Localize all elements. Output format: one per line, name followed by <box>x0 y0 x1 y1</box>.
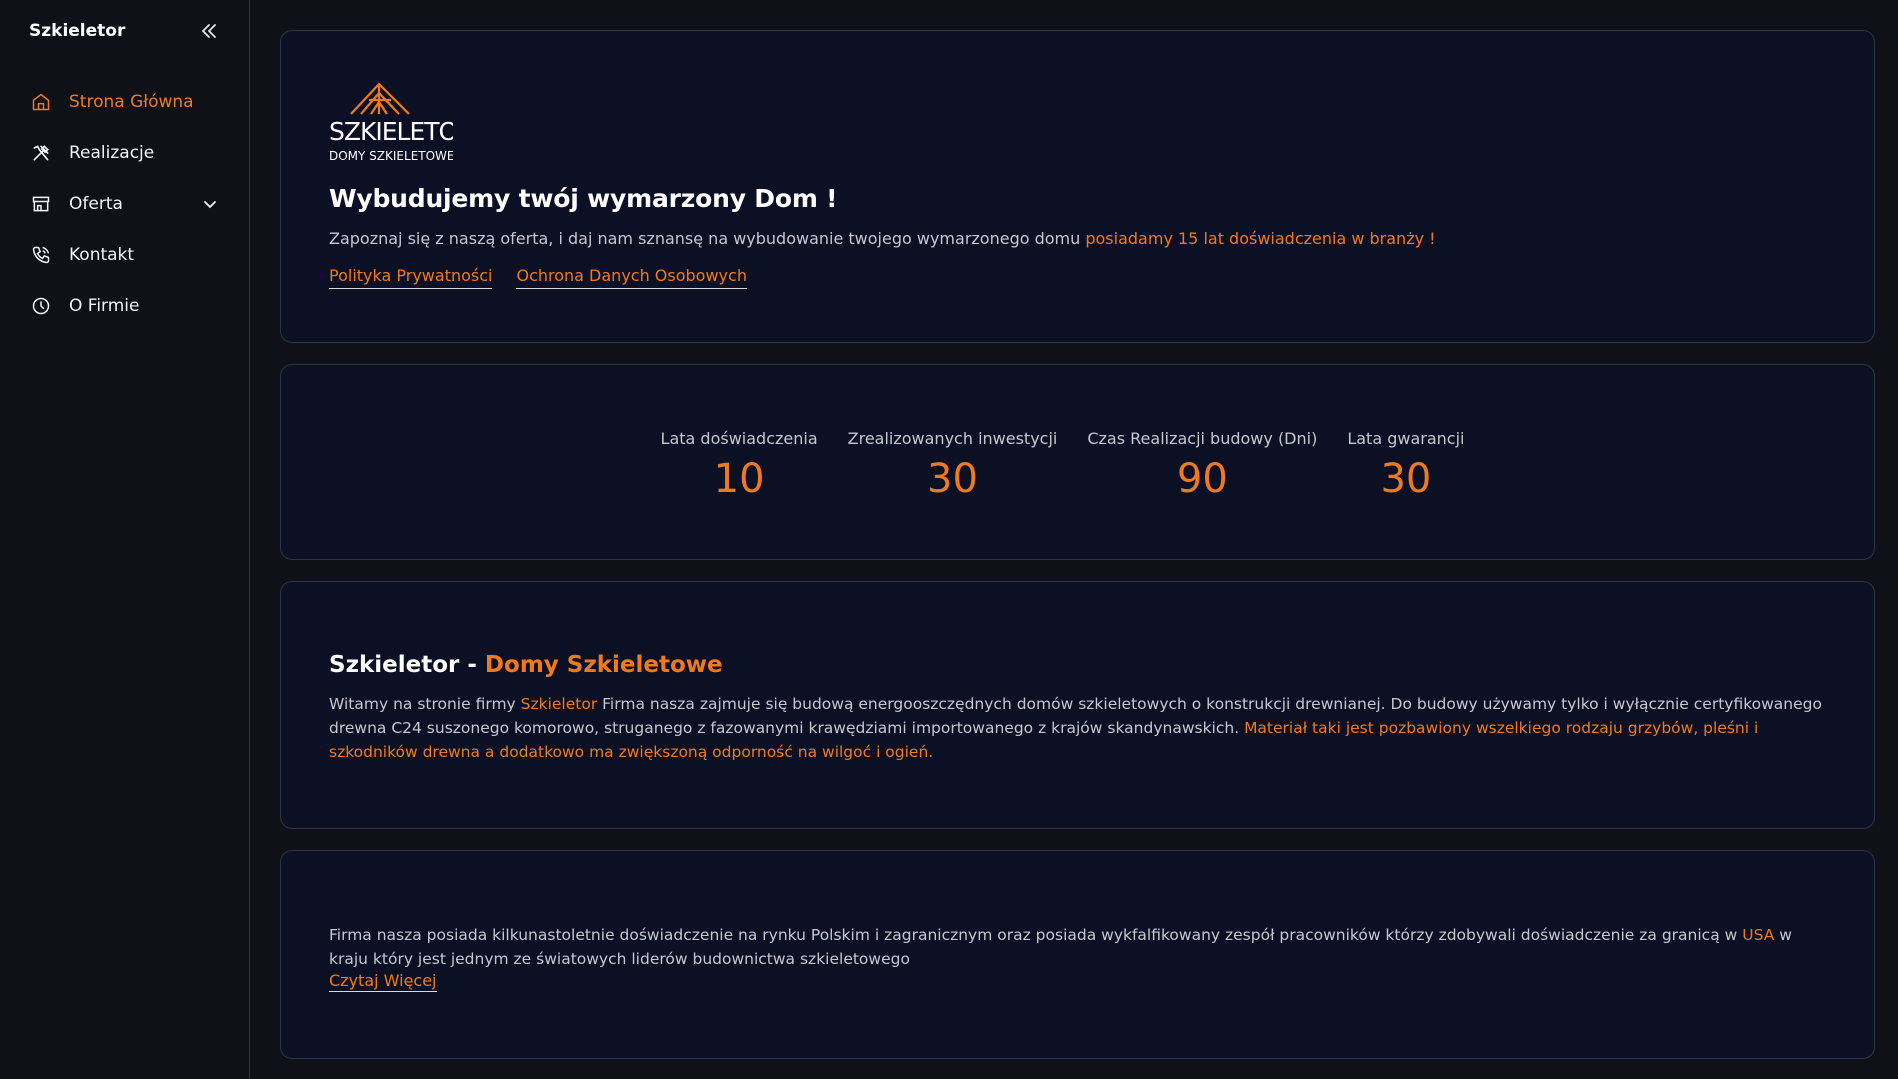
store-icon <box>30 193 52 215</box>
data-protection-link[interactable]: Ochrona Danych Osobowych <box>516 266 747 289</box>
about-title-main: Szkieletor - <box>329 652 485 678</box>
logo-text: SZKIELETOR <box>329 117 453 146</box>
hero-card: SZKIELETOR DOMY SZKIELETOWE Wybudujemy t… <box>280 30 1875 343</box>
about-card: Szkieletor - Domy Szkieletowe Witamy na … <box>280 581 1875 829</box>
experience-card: Firma nasza posiada kilkunastoletnie doś… <box>280 850 1875 1059</box>
stat-label: Czas Realizacji budowy (Dni) <box>1087 429 1318 448</box>
sidebar-item-label: Strona Główna <box>69 91 194 112</box>
hero-title: Wybudujemy twój wymarzony Dom ! <box>329 184 838 213</box>
sidebar-nav: Strona Główna Realizacje Oferta Kontakt … <box>0 76 249 331</box>
sidebar: Szkieletor Strona Główna Realizacje Ofer… <box>0 0 250 1079</box>
home-icon <box>30 91 52 113</box>
stat-experience: Lata doświadczenia 10 <box>661 429 818 502</box>
chevron-down-icon[interactable] <box>203 196 219 212</box>
sidebar-item-label: Oferta <box>69 193 123 214</box>
collapse-sidebar-icon[interactable] <box>201 22 219 40</box>
stat-label: Lata gwarancji <box>1347 429 1465 448</box>
main-content: SZKIELETOR DOMY SZKIELETOWE Wybudujemy t… <box>250 0 1898 1079</box>
policy-links: Polityka Prywatności Ochrona Danych Osob… <box>329 266 1826 289</box>
stat-value: 30 <box>1380 456 1432 502</box>
sidebar-item-oferta[interactable]: Oferta <box>0 178 249 229</box>
company-logo: SZKIELETOR DOMY SZKIELETOWE <box>329 78 475 164</box>
about-text-intro: Witamy na stronie firmy <box>329 695 521 713</box>
clock-icon <box>30 295 52 317</box>
sidebar-item-home[interactable]: Strona Główna <box>0 76 249 127</box>
phone-icon <box>30 244 52 266</box>
read-more-link[interactable]: Czytaj Więcej <box>329 971 437 992</box>
stat-investments: Zrealizowanych inwestycji 30 <box>848 429 1058 502</box>
tools-icon <box>30 142 52 164</box>
hero-text-body: Zapoznaj się z naszą oferta, i daj nam s… <box>329 229 1086 248</box>
stat-label: Lata doświadczenia <box>660 429 818 448</box>
stat-warranty: Lata gwarancji 30 <box>1347 429 1464 502</box>
logo-subtext: DOMY SZKIELETOWE <box>329 149 453 163</box>
privacy-policy-link[interactable]: Polityka Prywatności <box>329 266 493 289</box>
brand-name: Szkieletor <box>29 21 126 41</box>
about-text-brand: Szkieletor <box>520 695 598 713</box>
about-title-accent: Domy Szkieletowe <box>484 652 723 678</box>
stat-value: 30 <box>927 456 978 502</box>
experience-text: Firma nasza posiada kilkunastoletnie doś… <box>329 923 1826 971</box>
sidebar-item-realizacje[interactable]: Realizacje <box>0 127 249 178</box>
sidebar-item-label: O Firmie <box>69 295 140 316</box>
stat-build-time: Czas Realizacji budowy (Dni) 90 <box>1087 429 1317 502</box>
sidebar-item-o-firmie[interactable]: O Firmie <box>0 280 249 331</box>
sidebar-item-kontakt[interactable]: Kontakt <box>0 229 249 280</box>
sidebar-header: Szkieletor <box>0 0 249 62</box>
stat-value: 90 <box>1176 456 1228 502</box>
about-text: Witamy na stronie firmy Szkieletor Firma… <box>329 692 1826 764</box>
hero-text-accent: posiadamy 15 lat doświadczenia w branży … <box>1085 229 1436 248</box>
experience-text-accent: USA <box>1742 926 1775 944</box>
stats-row: Lata doświadczenia 10 Zrealizowanych inw… <box>661 429 1465 502</box>
experience-text-body: Firma nasza posiada kilkunastoletnie doś… <box>329 926 1743 944</box>
about-title: Szkieletor - Domy Szkieletowe <box>329 652 1826 678</box>
hero-text: Zapoznaj się z naszą oferta, i daj nam s… <box>329 229 1826 248</box>
sidebar-item-label: Realizacje <box>69 142 155 163</box>
sidebar-item-label: Kontakt <box>69 244 135 265</box>
stats-card: Lata doświadczenia 10 Zrealizowanych inw… <box>280 364 1875 560</box>
stat-label: Zrealizowanych inwestycji <box>847 429 1058 448</box>
stat-value: 10 <box>713 456 765 502</box>
